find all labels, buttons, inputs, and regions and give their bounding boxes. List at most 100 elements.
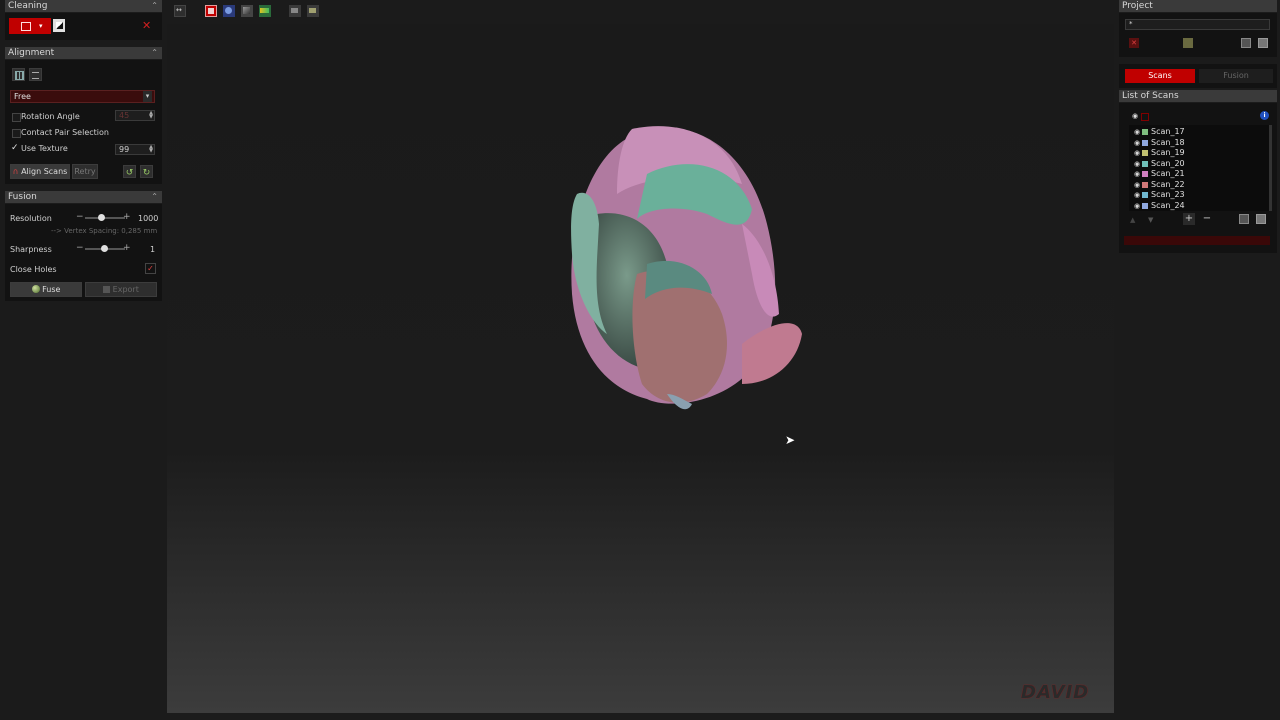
scan-color-swatch [1142, 171, 1148, 177]
vertex-spacing-info: --> Vertex Spacing: 0,285 mm [51, 227, 158, 235]
redo-button[interactable]: ↻ [140, 165, 153, 178]
eye-icon[interactable]: ◉ [1134, 180, 1140, 190]
tab-scans-label: Scans [1148, 71, 1172, 80]
resolution-slider-knob[interactable] [98, 214, 105, 221]
eye-icon[interactable]: ◉ [1134, 169, 1140, 179]
plus-icon[interactable]: + [123, 212, 131, 222]
scan-color-swatch [1142, 181, 1148, 188]
eye-icon[interactable]: ◉ [1134, 201, 1140, 211]
selection-rect-button[interactable]: ▾ [9, 18, 51, 34]
scan-name: Scan_24 [1151, 200, 1185, 210]
save-as-icon[interactable] [1258, 38, 1268, 48]
grid-icon [15, 71, 24, 80]
3d-viewport[interactable]: ➤ DAVID [167, 24, 1114, 713]
wireframe-icon [243, 7, 250, 14]
eye-icon[interactable]: ◉ [1134, 159, 1140, 169]
export-button[interactable]: Export [85, 282, 157, 297]
open-folder-button[interactable] [307, 5, 319, 17]
fuse-label: Fuse [42, 285, 61, 294]
tab-scans[interactable]: Scans [1125, 69, 1195, 83]
resolution-label: Resolution [10, 214, 52, 223]
contact-pair-checkbox[interactable] [12, 129, 21, 138]
remove-scan-icon[interactable]: − [1201, 213, 1213, 225]
cleaning-title: Cleaning [8, 1, 48, 11]
tab-fusion[interactable]: Fusion [1199, 69, 1273, 83]
sharpness-slider-knob[interactable] [101, 245, 108, 252]
split-view-button[interactable]: ↔ [174, 5, 186, 17]
redo-icon: ↻ [142, 168, 151, 178]
retry-button[interactable]: Retry [72, 164, 98, 179]
add-scan-icon[interactable]: + [1183, 213, 1195, 225]
delete-selection-icon[interactable]: ✕ [142, 19, 151, 32]
plus-icon[interactable]: + [123, 243, 131, 253]
project-body: * ✕ [1119, 13, 1277, 57]
save-all-scans-icon[interactable] [1256, 214, 1266, 224]
close-holes-label: Close Holes [10, 265, 57, 274]
invert-selection-button[interactable] [53, 19, 65, 32]
scan-color-swatch [1142, 160, 1148, 167]
eye-icon[interactable]: ◉ [1134, 190, 1140, 200]
alignment-mode-select[interactable]: Free ▾ [10, 90, 155, 103]
texture-mode-button[interactable] [205, 5, 217, 17]
alignment-title: Alignment [8, 48, 55, 58]
rotation-angle-value: 45 [119, 111, 130, 120]
magnet-icon: ∩ [12, 167, 19, 176]
scan-list-scrollbar[interactable] [1269, 125, 1272, 211]
scan-color-swatch [1142, 139, 1148, 146]
contact-pair-label: Contact Pair Selection [21, 128, 109, 137]
use-texture-input[interactable]: 99 ▲ ▼ [115, 144, 155, 155]
save-scan-icon[interactable] [1239, 214, 1249, 224]
color-icon [260, 8, 269, 13]
cleaning-header[interactable]: Cleaning ⌃ [5, 0, 162, 12]
fusion-header[interactable]: Fusion ⌃ [5, 191, 162, 203]
select-all-checkbox[interactable] [1141, 113, 1149, 121]
cleaning-body: ▾ ✕ [5, 13, 162, 40]
scan-color-swatch [1142, 192, 1148, 198]
eye-icon[interactable]: ◉ [1134, 138, 1140, 148]
info-icon[interactable]: i [1260, 111, 1269, 120]
undo-button[interactable]: ↺ [123, 165, 136, 178]
alignment-header[interactable]: Alignment ⌃ [5, 47, 162, 59]
use-texture-label: Use Texture [21, 144, 68, 153]
import-icon[interactable] [1183, 38, 1193, 48]
shaded-icon [225, 7, 232, 14]
grid-view-button[interactable] [12, 68, 25, 81]
project-title: Project [1122, 1, 1153, 11]
move-down-icon[interactable]: ▼ [1148, 216, 1153, 224]
camera-button[interactable] [289, 5, 301, 17]
close-holes-checkbox[interactable]: ✓ [145, 263, 156, 274]
list-view-button[interactable] [29, 68, 42, 81]
use-texture-checkbox[interactable]: ✓ [11, 143, 19, 153]
rotation-angle-label: Rotation Angle [21, 112, 80, 121]
spinner-arrows-icon: ▲ ▼ [149, 110, 153, 120]
project-name-field[interactable]: * [1125, 19, 1270, 30]
collapse-icon: ⌃ [151, 192, 158, 201]
scan-mesh-model[interactable] [167, 24, 1114, 713]
close-project-icon[interactable]: ✕ [1129, 38, 1139, 48]
save-project-icon[interactable] [1241, 38, 1251, 48]
left-panel: Cleaning ⌃ ▾ ✕ Alignment ⌃ Free ▾ Rotati… [0, 0, 165, 720]
color-mode-button[interactable] [259, 5, 271, 17]
undo-icon: ↺ [125, 168, 134, 178]
minus-icon[interactable]: − [76, 243, 84, 253]
rotation-angle-checkbox[interactable] [12, 113, 21, 122]
fusion-body: Resolution − + 1000 --> Vertex Spacing: … [5, 204, 162, 301]
use-texture-value: 99 [119, 145, 130, 154]
progress-bar [1124, 236, 1270, 245]
align-scans-button[interactable]: ∩ Align Scans [10, 164, 70, 179]
resolution-value: 1000 [138, 214, 159, 223]
wireframe-mode-button[interactable] [241, 5, 253, 17]
eye-icon[interactable]: ◉ [1134, 127, 1140, 137]
rotation-angle-input[interactable]: 45 ▲ ▼ [115, 110, 155, 121]
fuse-button[interactable]: Fuse [10, 282, 82, 297]
scan-name: Scan_20 [1151, 158, 1185, 168]
shaded-mode-button[interactable] [223, 5, 235, 17]
move-up-icon[interactable]: ▲ [1130, 216, 1135, 224]
resolution-slider[interactable] [85, 217, 125, 219]
invert-icon [56, 22, 63, 29]
eye-icon[interactable]: ◉ [1132, 112, 1138, 120]
rect-select-icon [21, 22, 31, 31]
minus-icon[interactable]: − [76, 212, 84, 222]
tab-bar: Scans Fusion [1119, 64, 1277, 88]
eye-icon[interactable]: ◉ [1134, 148, 1140, 158]
